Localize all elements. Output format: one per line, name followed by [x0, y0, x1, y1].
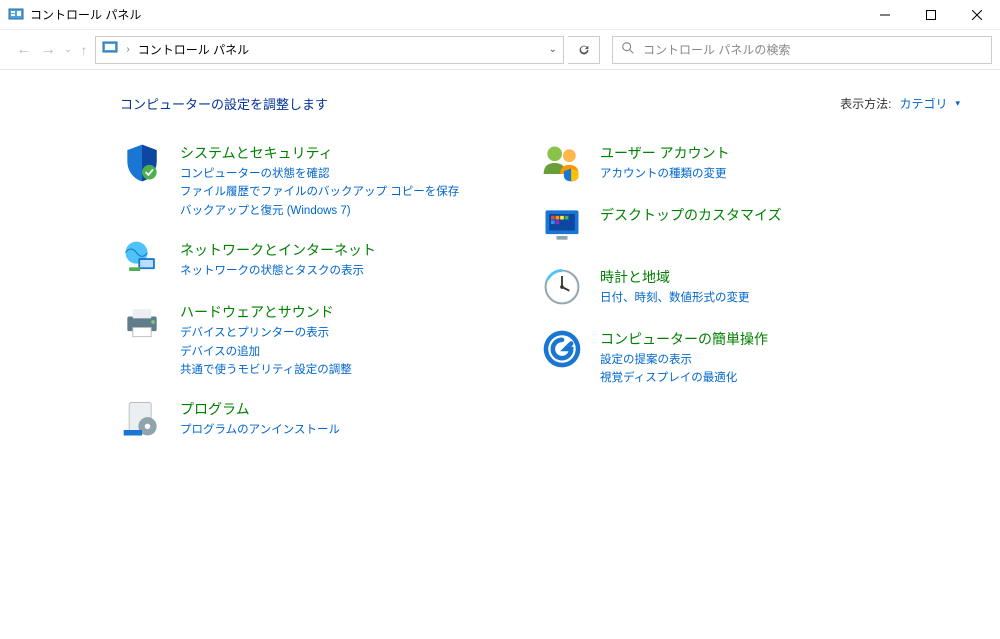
minimize-button[interactable]	[862, 0, 908, 29]
breadcrumb-item[interactable]: コントロール パネル	[138, 41, 249, 58]
category-title[interactable]: 時計と地域	[600, 267, 750, 287]
address-icon	[102, 40, 118, 59]
category-link[interactable]: デバイスの追加	[180, 343, 352, 361]
category-title[interactable]: ハードウェアとサウンド	[180, 302, 352, 322]
view-by-value[interactable]: カテゴリ	[899, 95, 947, 112]
address-bar[interactable]: › コントロール パネル ⌄	[95, 36, 564, 64]
close-button[interactable]	[954, 0, 1000, 29]
search-placeholder: コントロール パネルの検索	[643, 41, 790, 58]
category-appearance: デスクトップのカスタマイズ	[540, 203, 920, 247]
category-link[interactable]: プログラムのアンインストール	[180, 421, 340, 439]
category-link[interactable]: 共通で使うモビリティ設定の調整	[180, 361, 352, 379]
category-link[interactable]: 日付、時刻、数値形式の変更	[600, 289, 750, 307]
monitor-customize-icon[interactable]	[540, 203, 584, 247]
control-panel-icon	[8, 7, 24, 23]
window-title: コントロール パネル	[30, 6, 862, 23]
back-button[interactable]: ←	[16, 41, 32, 59]
ease-of-access-icon[interactable]	[540, 327, 584, 371]
globe-network-icon[interactable]	[120, 238, 164, 282]
category-link[interactable]: ファイル履歴でファイルのバックアップ コピーを保存	[180, 183, 459, 201]
printer-icon[interactable]	[120, 300, 164, 344]
category-link[interactable]: コンピューターの状態を確認	[180, 165, 459, 183]
address-dropdown-icon[interactable]: ⌄	[549, 44, 557, 55]
clock-icon[interactable]	[540, 265, 584, 309]
category-link[interactable]: バックアップと復元 (Windows 7)	[180, 202, 459, 220]
category-network: ネットワークとインターネット ネットワークの状態とタスクの表示	[120, 238, 500, 282]
category-link[interactable]: 視覚ディスプレイの最適化	[600, 369, 768, 387]
category-title[interactable]: コンピューターの簡単操作	[600, 329, 768, 349]
left-column: システムとセキュリティ コンピューターの状態を確認 ファイル履歴でファイルのバッ…	[120, 141, 500, 459]
category-columns: システムとセキュリティ コンピューターの状態を確認 ファイル履歴でファイルのバッ…	[120, 141, 960, 459]
titlebar: コントロール パネル	[0, 0, 1000, 30]
category-ease-of-access: コンピューターの簡単操作 設定の提案の表示 視覚ディスプレイの最適化	[540, 327, 920, 388]
programs-icon[interactable]	[120, 397, 164, 441]
users-icon[interactable]	[540, 141, 584, 185]
window-controls	[862, 0, 1000, 29]
view-by-label: 表示方法:	[840, 95, 891, 112]
category-programs: プログラム プログラムのアンインストール	[120, 397, 500, 441]
category-title[interactable]: システムとセキュリティ	[180, 143, 459, 163]
chevron-right-icon: ›	[126, 44, 129, 55]
category-hardware: ハードウェアとサウンド デバイスとプリンターの表示 デバイスの追加 共通で使うモ…	[120, 300, 500, 379]
search-icon	[621, 41, 635, 58]
content-header: コンピューターの設定を調整します 表示方法: カテゴリ ▾	[120, 94, 960, 113]
category-title[interactable]: プログラム	[180, 399, 340, 419]
category-link[interactable]: デバイスとプリンターの表示	[180, 324, 352, 342]
category-user-accounts: ユーザー アカウント アカウントの種類の変更	[540, 141, 920, 185]
right-column: ユーザー アカウント アカウントの種類の変更 デスクトップのカスタマイズ 時計と…	[540, 141, 920, 459]
category-clock-region: 時計と地域 日付、時刻、数値形式の変更	[540, 265, 920, 309]
navigation-bar: ← → ⌄ ↑ › コントロール パネル ⌄ コントロール パネルの検索	[0, 30, 1000, 70]
nav-arrows: ← → ⌄ ↑	[8, 41, 91, 59]
category-title[interactable]: ネットワークとインターネット	[180, 240, 376, 260]
category-link[interactable]: 設定の提案の表示	[600, 351, 768, 369]
up-button[interactable]: ↑	[80, 42, 87, 58]
content-area: コンピューターの設定を調整します 表示方法: カテゴリ ▾ システムとセキュリテ…	[0, 70, 1000, 459]
refresh-button[interactable]	[568, 36, 600, 64]
shield-icon[interactable]	[120, 141, 164, 185]
category-system-security: システムとセキュリティ コンピューターの状態を確認 ファイル履歴でファイルのバッ…	[120, 141, 500, 220]
chevron-down-icon: ▾	[955, 98, 960, 109]
view-by-control[interactable]: 表示方法: カテゴリ ▾	[840, 95, 960, 112]
page-heading: コンピューターの設定を調整します	[120, 94, 328, 113]
category-link[interactable]: アカウントの種類の変更	[600, 165, 730, 183]
maximize-button[interactable]	[908, 0, 954, 29]
category-title[interactable]: デスクトップのカスタマイズ	[600, 205, 782, 225]
category-link[interactable]: ネットワークの状態とタスクの表示	[180, 262, 376, 280]
recent-dropdown-icon[interactable]: ⌄	[64, 44, 72, 55]
category-title[interactable]: ユーザー アカウント	[600, 143, 730, 163]
search-input[interactable]: コントロール パネルの検索	[612, 36, 992, 64]
forward-button[interactable]: →	[40, 41, 56, 59]
